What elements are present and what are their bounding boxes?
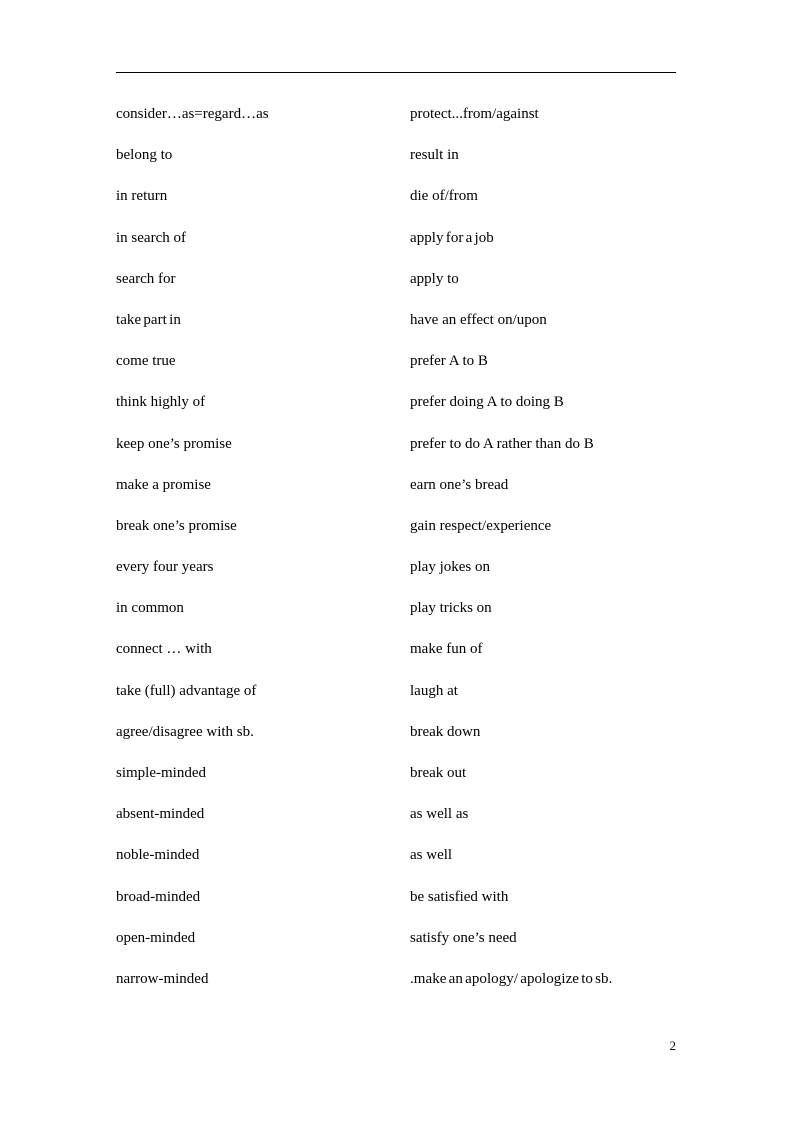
phrase-row: agree/disagree with sb. break down bbox=[0, 722, 794, 763]
phrase-left: take (full) advantage of bbox=[116, 682, 257, 699]
phrase-left: belong to bbox=[116, 147, 173, 164]
phrase-right: .make an apology/ apologize to sb. bbox=[410, 970, 613, 987]
phrase-row: in search of apply for a job bbox=[0, 228, 794, 269]
phrase-left: keep one’s promise bbox=[116, 435, 232, 452]
phrase-row: in common play tricks on bbox=[0, 598, 794, 639]
phrase-row: take (full) advantage of laugh at bbox=[0, 681, 794, 722]
phrase-left: in search of bbox=[116, 229, 186, 246]
phrase-right: prefer doing A to doing B bbox=[410, 394, 564, 411]
phrase-row: break one’s promise gain respect/experien… bbox=[0, 516, 794, 557]
phrase-row: open-minded satisfy one’s need bbox=[0, 928, 794, 969]
phrase-row: search for apply to bbox=[0, 269, 794, 310]
phrase-row: connect … with make fun of bbox=[0, 639, 794, 680]
phrase-left: come true bbox=[116, 353, 176, 370]
phrase-right: earn one’s bread bbox=[410, 476, 509, 493]
phrase-row: in return die of/from bbox=[0, 186, 794, 227]
phrase-left: absent-minded bbox=[116, 806, 205, 823]
phrase-row: every four years play jokes on bbox=[0, 557, 794, 598]
page-number: 2 bbox=[669, 1038, 677, 1053]
phrase-left: broad-minded bbox=[116, 888, 201, 905]
phrase-right: gain respect/experience bbox=[410, 517, 552, 534]
phrase-row: think highly of prefer doing A to doing B bbox=[0, 392, 794, 433]
phrase-row: make a promise earn one’s bread bbox=[0, 475, 794, 516]
phrase-right: apply for a job bbox=[410, 229, 494, 246]
header-rule bbox=[116, 72, 676, 73]
phrase-right: play jokes on bbox=[410, 559, 490, 576]
phrase-right: have an effect on/upon bbox=[410, 311, 547, 328]
phrase-left: in common bbox=[116, 600, 184, 617]
phrase-row: consider…as=regard…as protect...from/agai… bbox=[0, 104, 794, 145]
phrase-row: take part in have an effect on/upon bbox=[0, 310, 794, 351]
phrase-right: break down bbox=[410, 723, 481, 740]
phrase-row: narrow-minded .make an apology/ apologize… bbox=[0, 969, 794, 1010]
phrase-right: as well bbox=[410, 847, 453, 864]
phrase-right: play tricks on bbox=[410, 600, 492, 617]
phrase-right: make fun of bbox=[410, 641, 483, 658]
phrase-left: consider…as=regard…as bbox=[116, 106, 269, 122]
phrase-right: prefer to do A rather than do B bbox=[410, 435, 594, 452]
phrase-left: make a promise bbox=[116, 476, 211, 493]
phrase-right: satisfy one’s need bbox=[410, 929, 517, 946]
phrase-row: noble-minded as well bbox=[0, 845, 794, 886]
phrase-left: noble-minded bbox=[116, 847, 200, 864]
phrase-left: think highly of bbox=[116, 394, 206, 411]
phrase-list: consider…as=regard…as protect...from/agai… bbox=[0, 104, 794, 1010]
phrase-row: broad-minded be satisfied with bbox=[0, 887, 794, 928]
phrase-left: in return bbox=[116, 188, 168, 205]
phrase-row: come true prefer A to B bbox=[0, 351, 794, 392]
phrase-row: keep one’s promise prefer to do A rather … bbox=[0, 434, 794, 475]
phrase-left: take part in bbox=[116, 311, 181, 328]
phrase-row: belong to result in bbox=[0, 145, 794, 186]
phrase-right: as well as bbox=[410, 806, 469, 823]
phrase-right: result in bbox=[410, 147, 459, 164]
phrase-left: simple-minded bbox=[116, 765, 206, 781]
phrase-row: simple-minded break out bbox=[0, 763, 794, 804]
phrase-right: protect...from/against bbox=[410, 106, 539, 122]
phrase-right: break out bbox=[410, 765, 467, 781]
document-page: consider…as=regard…as protect...from/agai… bbox=[0, 0, 794, 1123]
phrase-left: every four years bbox=[116, 559, 214, 576]
phrase-left: agree/disagree with sb. bbox=[116, 723, 254, 740]
phrase-left: open-minded bbox=[116, 929, 196, 946]
phrase-left: search for bbox=[116, 270, 176, 287]
phrase-right: prefer A to B bbox=[410, 353, 488, 370]
phrase-right: die of/from bbox=[410, 188, 478, 205]
phrase-right: be satisfied with bbox=[410, 888, 509, 905]
phrase-row: absent-minded as well as bbox=[0, 804, 794, 845]
phrase-left: connect … with bbox=[116, 641, 212, 658]
phrase-right: laugh at bbox=[410, 682, 458, 699]
phrase-right: apply to bbox=[410, 270, 459, 287]
phrase-left: break one’s promise bbox=[116, 517, 237, 534]
phrase-left: narrow-minded bbox=[116, 970, 209, 987]
